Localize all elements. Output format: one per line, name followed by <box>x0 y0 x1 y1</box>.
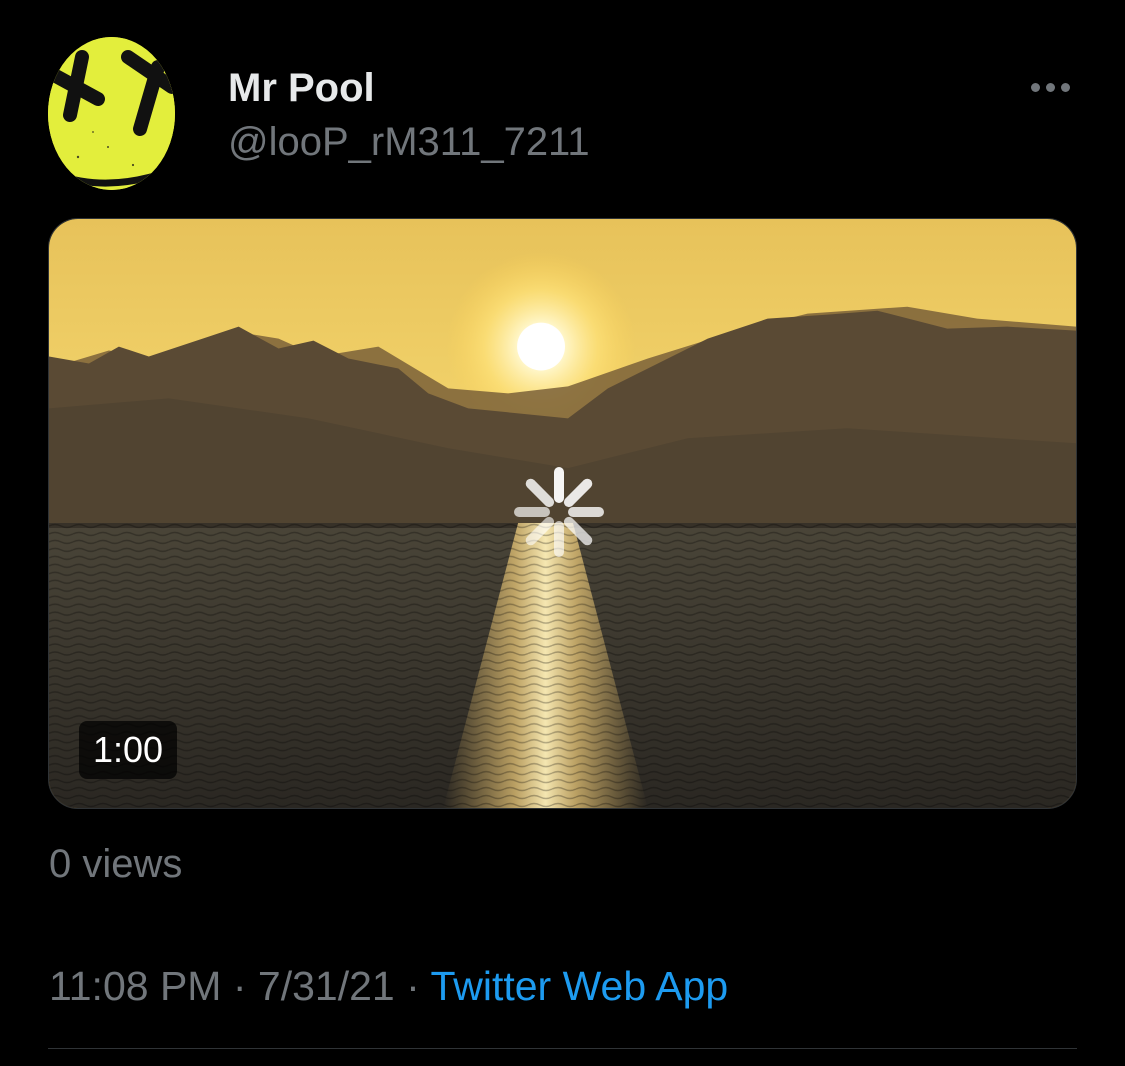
meta-separator: · <box>406 963 420 1009</box>
more-horizontal-icon <box>1030 82 1040 92</box>
tweet-time[interactable]: 11:08 PM <box>49 963 221 1009</box>
author-handle[interactable]: @looP_rM311_7211 <box>228 118 590 166</box>
loading-spinner-icon <box>514 467 604 557</box>
yellow-face-x-eyes-avatar <box>48 37 175 190</box>
divider <box>48 1048 1077 1049</box>
author-display-name[interactable]: Mr Pool <box>228 64 375 112</box>
author-avatar[interactable] <box>48 37 175 190</box>
video-duration-badge: 1:00 <box>79 721 178 779</box>
more-horizontal-icon-dot <box>1045 82 1055 92</box>
video-player[interactable]: 1:00 <box>48 218 1077 809</box>
more-horizontal-icon-dot <box>1060 82 1070 92</box>
view-count: 0 views <box>49 842 183 886</box>
tweet-metadata: 11:08 PM · 7/31/21 · Twitter Web App <box>49 962 728 1010</box>
tweet-date[interactable]: 7/31/21 <box>258 963 395 1009</box>
tweet-source-link[interactable]: Twitter Web App <box>430 963 728 1009</box>
more-options-button[interactable] <box>1024 72 1076 102</box>
meta-separator: · <box>232 963 247 1009</box>
